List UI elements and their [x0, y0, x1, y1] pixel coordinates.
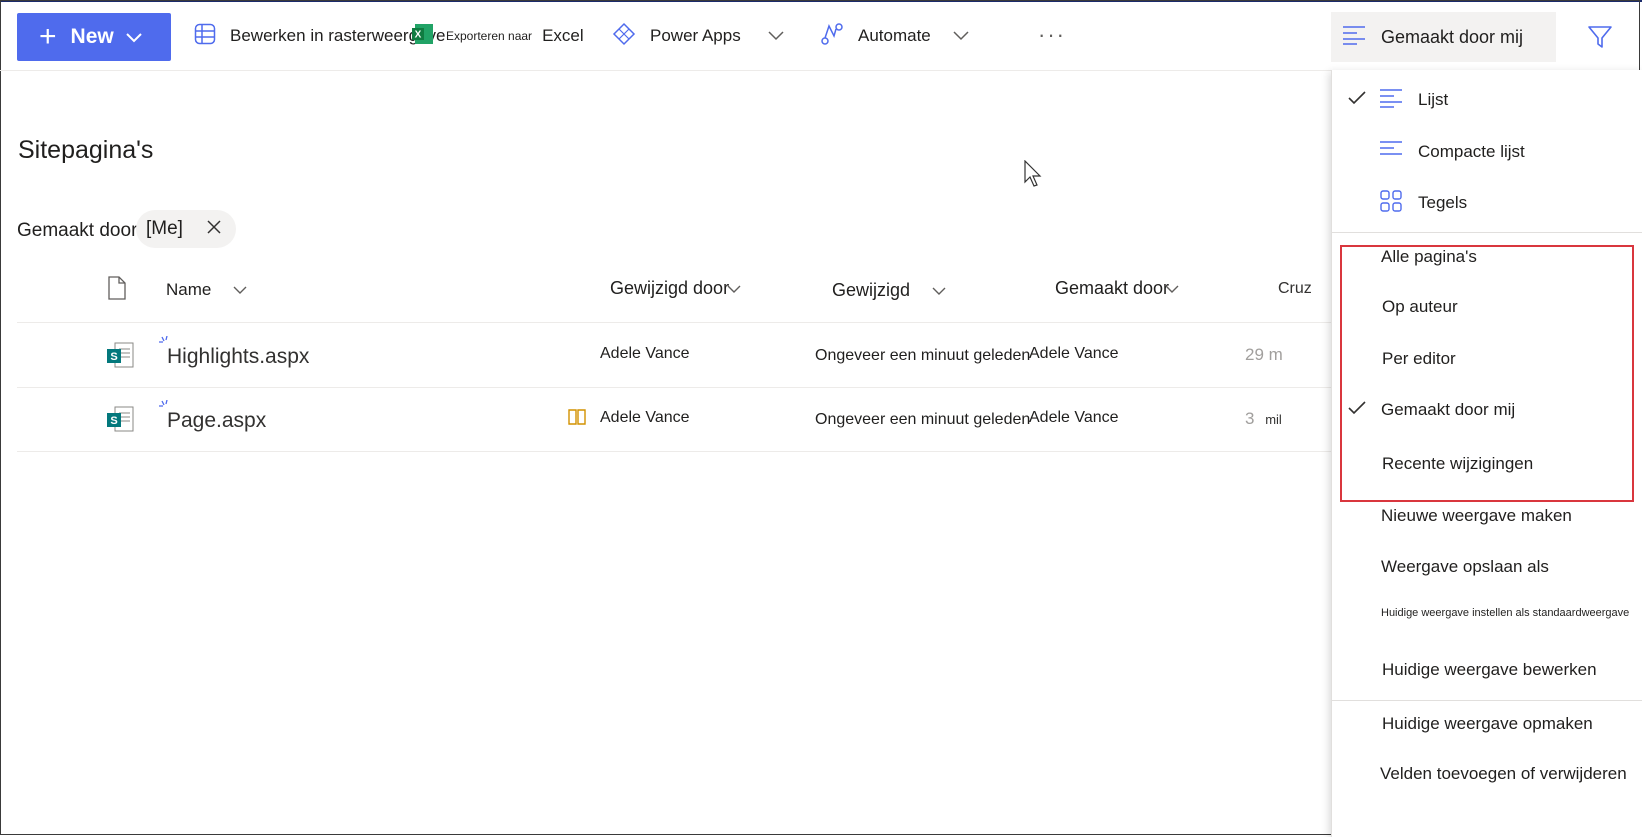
- column-header-modified-label: Gewijzigd: [832, 280, 911, 300]
- view-switcher-label: Gemaakt door mij: [1381, 26, 1524, 47]
- table-row[interactable]: S Highlights.aspx Adele Vance Ongeveer e…: [17, 323, 1332, 388]
- automate-icon: [820, 22, 844, 51]
- menu-item-label: Nieuwe weergave maken: [1381, 506, 1572, 525]
- menu-item-label: Op auteur: [1382, 297, 1458, 316]
- menu-item-label: Per editor: [1382, 349, 1456, 368]
- new-button[interactable]: + New: [17, 13, 171, 61]
- column-header-cruz[interactable]: Cruz: [1278, 280, 1312, 298]
- menu-item-all-pages[interactable]: Alle pagina's: [1332, 232, 1642, 282]
- column-header-created-by[interactable]: Gemaakt door: [1055, 278, 1179, 299]
- filter-icon[interactable]: [1587, 24, 1613, 55]
- cruz-cell: 3 mil: [1245, 409, 1282, 429]
- file-type-column-icon[interactable]: [107, 276, 127, 300]
- tiles-icon: [1380, 189, 1402, 217]
- chevron-down-icon: [727, 278, 741, 299]
- compact-list-icon: [1380, 140, 1404, 165]
- created-by-cell[interactable]: Adele Vance: [1029, 345, 1119, 363]
- menu-item-by-author[interactable]: Op auteur: [1332, 282, 1642, 332]
- menu-item-list[interactable]: Lijst: [1332, 75, 1642, 125]
- column-header-modified-by-label: Gewijzigd door: [610, 278, 730, 298]
- command-bar: + New Bewerken in rasterweergave X Expor…: [0, 2, 1642, 71]
- menu-item-compact-list[interactable]: Compacte lijst: [1332, 127, 1642, 177]
- menu-item-edit-view[interactable]: Huidige weergave bewerken: [1332, 645, 1642, 695]
- close-icon[interactable]: [206, 219, 222, 241]
- automate-chevron[interactable]: [953, 16, 969, 56]
- chevron-down-icon: [233, 280, 247, 300]
- checkmark-icon: [1348, 90, 1366, 110]
- power-apps-icon: [612, 22, 636, 51]
- table-row[interactable]: S Page.aspx Adele Vance Ongeveer een min…: [17, 387, 1332, 452]
- export-small-label: Exporteren naar: [446, 29, 533, 43]
- more-options-icon[interactable]: ···: [1038, 22, 1066, 48]
- sharepoint-page-icon: S: [107, 341, 135, 374]
- menu-item-tiles[interactable]: Tegels: [1332, 178, 1642, 228]
- menu-item-label: Weergave opslaan als: [1381, 557, 1549, 576]
- menu-item-label: Tegels: [1418, 193, 1468, 212]
- menu-item-save-view-as[interactable]: Weergave opslaan als: [1332, 542, 1642, 592]
- plus-icon: +: [39, 20, 57, 53]
- file-name-link[interactable]: Highlights.aspx: [167, 345, 309, 369]
- menu-item-add-remove-fields[interactable]: Velden toevoegen of verwijderen: [1332, 749, 1642, 799]
- menu-item-label: Alle pagina's: [1381, 247, 1477, 266]
- export-excel-label: Excel: [542, 26, 584, 45]
- sharepoint-page-icon: S: [107, 405, 135, 438]
- menu-item-create-view[interactable]: Nieuwe weergave maken: [1332, 491, 1642, 541]
- menu-item-label: Huidige weergave instellen als standaard…: [1381, 607, 1630, 619]
- column-header-modified[interactable]: Gewijzigd: [832, 280, 946, 301]
- chevron-down-icon: [126, 25, 142, 49]
- chevron-down-icon: [1165, 278, 1179, 299]
- modified-cell: Ongeveer een minuut geleden: [815, 347, 1031, 364]
- column-header-cruz-label: Cruz: [1278, 280, 1312, 297]
- modified-cell: Ongeveer een minuut geleden: [815, 411, 1031, 428]
- automate-button[interactable]: Automate: [820, 16, 931, 56]
- menu-item-label: Velden toevoegen of verwijderen: [1380, 764, 1627, 783]
- svg-text:S: S: [110, 415, 117, 427]
- modified-by-cell[interactable]: Adele Vance: [600, 345, 690, 363]
- filter-pill-value: [Me]: [146, 218, 183, 239]
- menu-item-label: Gemaakt door mij: [1381, 400, 1516, 419]
- menu-item-format-view[interactable]: Huidige weergave opmaken: [1332, 699, 1642, 749]
- column-header-name-label: Name: [166, 280, 212, 299]
- menu-item-by-editor[interactable]: Per editor: [1332, 334, 1642, 384]
- menu-item-created-by-me[interactable]: Gemaakt door mij: [1332, 385, 1642, 435]
- list-icon: [1380, 88, 1404, 113]
- cruz-cell-value: 3: [1245, 409, 1255, 428]
- menu-item-label: Compacte lijst: [1418, 142, 1525, 161]
- menu-item-label: Huidige weergave bewerken: [1382, 660, 1597, 679]
- export-excel-button[interactable]: X Exporteren naar Excel: [412, 16, 584, 56]
- power-apps-label: Power Apps: [650, 26, 741, 45]
- menu-item-label: Huidige weergave opmaken: [1382, 714, 1593, 733]
- power-apps-button[interactable]: Power Apps: [612, 16, 741, 56]
- created-by-cell[interactable]: Adele Vance: [1029, 409, 1119, 427]
- filter-pill[interactable]: [Me]: [136, 210, 236, 248]
- menu-item-set-default-view[interactable]: Huidige weergave instellen als standaard…: [1332, 588, 1642, 638]
- automate-label: Automate: [858, 26, 931, 45]
- page-title: Sitepagina's: [18, 136, 154, 164]
- file-name-link[interactable]: Page.aspx: [167, 409, 266, 433]
- list-icon: [1343, 25, 1367, 50]
- column-header-name[interactable]: Name: [166, 280, 247, 300]
- menu-item-label: Recente wijzigingen: [1382, 454, 1534, 473]
- menu-item-label: Lijst: [1418, 90, 1449, 109]
- grid-edit-button[interactable]: Bewerken in rasterweergave: [194, 16, 445, 56]
- cruz-cell: 29 m: [1245, 345, 1283, 364]
- book-icon[interactable]: [568, 409, 586, 430]
- filter-label: Gemaakt door:: [17, 220, 143, 241]
- chevron-down-icon: [932, 280, 946, 301]
- power-apps-chevron[interactable]: [768, 16, 784, 56]
- view-switcher-button[interactable]: Gemaakt door mij: [1331, 12, 1556, 62]
- svg-text:S: S: [110, 351, 117, 363]
- menu-item-recent-changes[interactable]: Recente wijzigingen: [1332, 439, 1642, 489]
- mouse-cursor-icon: [1024, 159, 1044, 193]
- view-options-menu: Lijst Compacte lijst Tegels Alle pagina'…: [1331, 70, 1642, 837]
- column-header-created-by-label: Gemaakt door: [1055, 278, 1170, 298]
- new-button-label: New: [70, 25, 114, 48]
- cruz-cell-suffix: mil: [1265, 412, 1282, 427]
- excel-icon: X: [412, 23, 434, 50]
- modified-by-cell[interactable]: Adele Vance: [600, 409, 690, 427]
- column-header-modified-by[interactable]: Gewijzigd door: [610, 278, 741, 299]
- grid-icon: [194, 23, 216, 50]
- svg-text:X: X: [415, 29, 422, 40]
- checkmark-icon: [1348, 400, 1366, 420]
